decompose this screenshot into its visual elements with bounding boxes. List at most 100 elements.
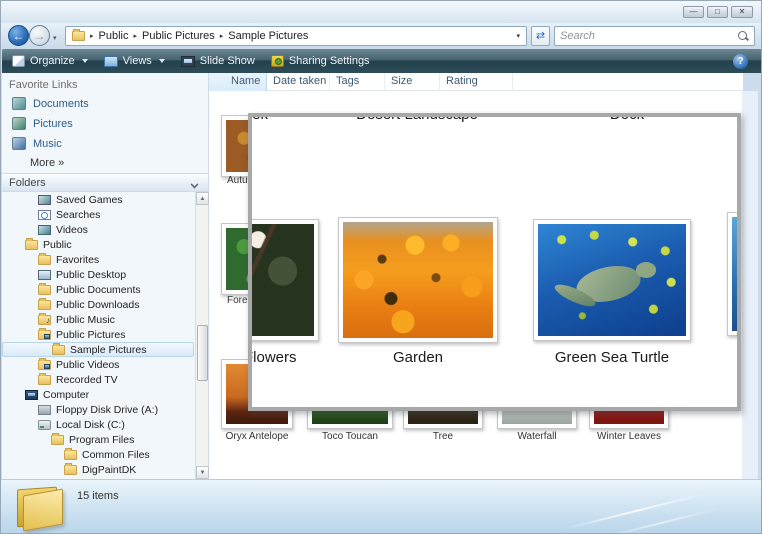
folder-icon [51, 432, 64, 445]
music-icon [12, 137, 26, 150]
help-button[interactable]: ? [733, 53, 748, 69]
item-label-oryx-antelope: Oryx Antelope [225, 431, 289, 442]
tree-label: Videos [56, 223, 88, 236]
minimize-button[interactable]: — [683, 6, 704, 18]
tree-label: Recorded TV [56, 373, 118, 386]
tree-item-videos[interactable]: Videos [2, 222, 194, 237]
refresh-button[interactable]: ⇄ [531, 26, 550, 46]
tree-label: Sample Pictures [70, 343, 147, 356]
explorer-window: — □ ✕ ← → ▾ ▸ Public ▸ Public Pictures ▸… [0, 0, 762, 534]
sidebar: Favorite Links Documents Pictures Music … [2, 73, 209, 479]
tree-scrollbar[interactable]: ▲ ▼ [195, 192, 209, 479]
address-bar[interactable]: ▸ Public ▸ Public Pictures ▸ Sample Pict… [65, 26, 527, 46]
tree-item-searches[interactable]: Searches [2, 207, 194, 222]
folder-icon [64, 462, 77, 475]
more-links-button[interactable]: More » [30, 157, 64, 169]
views-button[interactable]: Views [103, 55, 165, 67]
back-button[interactable]: ← [8, 25, 29, 46]
favorite-links-title: Favorite Links [9, 79, 78, 91]
tree-item-computer[interactable]: Computer [2, 387, 194, 402]
documents-label: Documents [33, 97, 89, 110]
tree-label: Local Disk (C:) [56, 418, 125, 431]
maximize-button[interactable]: □ [707, 6, 728, 18]
tree-item-recorded-tv[interactable]: Recorded TV [2, 372, 194, 387]
clipped-label-dock: Dock [609, 113, 645, 123]
tree-item-saved-games[interactable]: Saved Games [2, 192, 194, 207]
thumbnail-flowers[interactable] [252, 219, 319, 341]
address-dropdown-icon[interactable]: ▾ [516, 32, 520, 40]
sidebar-item-music[interactable]: Music [12, 137, 62, 150]
folder-icon-large [13, 482, 67, 532]
column-date-taken[interactable]: Date taken [267, 73, 330, 91]
hard-drive-icon [38, 419, 51, 430]
preview-overlay: Creek Desert Landscape Dock Flowers Gard… [248, 113, 741, 411]
column-header-row: Name Date taken Tags Size Rating [209, 73, 743, 91]
tree-item-common-files[interactable]: Common Files [2, 447, 194, 462]
command-toolbar: Organize Views Slide Show Sharing Settin… [2, 49, 761, 73]
scroll-down-button[interactable]: ▼ [196, 466, 209, 479]
refresh-icon: ⇄ [535, 30, 546, 42]
organize-button[interactable]: Organize [12, 55, 88, 67]
overlay-label-garden: Garden [392, 349, 444, 366]
tree-item-digpaintdk[interactable]: DigPaintDK [2, 462, 194, 477]
chevron-down-icon [190, 180, 199, 189]
column-tags[interactable]: Tags [330, 73, 385, 91]
breadcrumb-segment-sample-pictures[interactable]: Sample Pictures [228, 30, 308, 42]
search-input[interactable] [560, 30, 737, 42]
search-icon[interactable] [737, 30, 749, 42]
column-name[interactable]: Name [209, 73, 267, 91]
title-bar: — □ ✕ [1, 1, 761, 23]
videos-icon [38, 224, 51, 235]
forward-button[interactable]: → [29, 25, 50, 46]
help-icon: ? [737, 55, 744, 67]
decorative-swoosh [562, 491, 710, 531]
breadcrumb-segment-public-pictures[interactable]: Public Pictures [142, 30, 215, 42]
folders-header[interactable]: Folders [2, 173, 208, 192]
thumbnail-green-sea-turtle[interactable] [533, 219, 691, 341]
tree-item-public-desktop[interactable]: Public Desktop [2, 267, 194, 282]
column-rating[interactable]: Rating [440, 73, 513, 91]
tree-item-favorites[interactable]: Favorites [2, 252, 194, 267]
videos-folder-icon [38, 357, 51, 370]
folder-icon [38, 252, 51, 265]
folder-icon [52, 342, 65, 355]
tree-item-local-disk[interactable]: Local Disk (C:) [2, 417, 194, 432]
slide-show-label: Slide Show [199, 55, 255, 67]
floppy-drive-icon [38, 404, 51, 415]
column-size[interactable]: Size [385, 73, 440, 91]
tree-item-sample-pictures[interactable]: Sample Pictures [2, 342, 194, 357]
sidebar-item-pictures[interactable]: Pictures [12, 117, 73, 130]
folder-icon [64, 447, 77, 460]
tree-item-floppy-drive[interactable]: Floppy Disk Drive (A:) [2, 402, 194, 417]
slide-show-icon [180, 55, 195, 67]
tree-item-public[interactable]: Public [2, 237, 194, 252]
close-button[interactable]: ✕ [731, 6, 753, 18]
scroll-up-button[interactable]: ▲ [196, 192, 209, 205]
tree-item-public-music[interactable]: ♪ Public Music [2, 312, 194, 327]
tree-item-program-files[interactable]: Program Files [2, 432, 194, 447]
tree-label: Public [43, 238, 72, 251]
scrollbar-thumb[interactable] [197, 325, 208, 381]
file-list-area: Autumn Leaves Forest Oryx Antelope Toco … [209, 91, 758, 479]
tree-label: Public Pictures [56, 328, 126, 341]
tree-item-public-documents[interactable]: Public Documents [2, 282, 194, 297]
folder-icon [38, 297, 51, 310]
organize-label: Organize [30, 55, 75, 67]
tree-item-public-pictures[interactable]: Public Pictures [2, 327, 194, 342]
main-scrollbar-track[interactable] [742, 91, 758, 479]
tree-item-public-videos[interactable]: Public Videos [2, 357, 194, 372]
breadcrumb-segment-public[interactable]: Public [99, 30, 129, 42]
history-dropdown-icon[interactable]: ▾ [53, 34, 57, 42]
sharing-settings-button[interactable]: Sharing Settings [270, 55, 370, 67]
partial-thumbnail[interactable] [727, 212, 737, 336]
turtle-head-shape [635, 262, 657, 278]
tree-label: Public Documents [56, 283, 141, 296]
thumbnail-garden[interactable] [338, 217, 498, 343]
tree-item-public-downloads[interactable]: Public Downloads [2, 297, 194, 312]
folder-icon [25, 237, 38, 250]
tree-label: Public Videos [56, 358, 120, 371]
flowers-photo [252, 224, 314, 336]
folders-title: Folders [9, 177, 46, 189]
slide-show-button[interactable]: Slide Show [180, 55, 255, 67]
sidebar-item-documents[interactable]: Documents [12, 97, 89, 110]
